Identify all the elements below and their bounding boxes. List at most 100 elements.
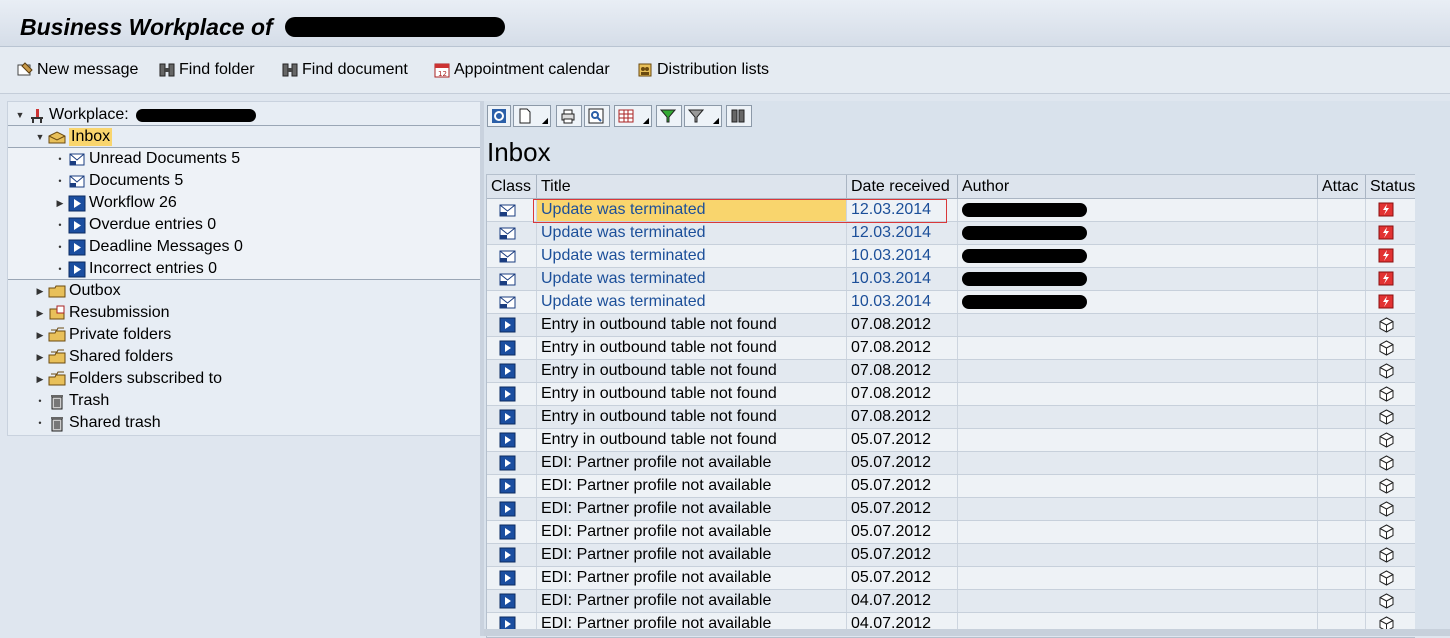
table-row[interactable]: EDI: Partner profile not available 04.07.… [487,590,1415,613]
filter-options-icon [688,109,704,123]
row-title[interactable]: EDI: Partner profile not available [537,475,847,497]
leaf-dot-icon: • [58,176,62,186]
leaf-dot-icon: • [58,264,62,274]
table-row[interactable]: Entry in outbound table not found 07.08.2… [487,314,1415,337]
expand-icon[interactable]: ▶ [34,308,46,319]
expand-icon[interactable]: ▶ [34,286,46,297]
filter-button[interactable] [656,105,682,127]
row-title[interactable]: Update was terminated [537,199,847,221]
table-row[interactable]: Update was terminated 10.03.2014 [487,291,1415,314]
find-button[interactable] [584,105,610,127]
distribution-lists-label: Distribution lists [657,61,770,78]
table-row[interactable]: Update was terminated 10.03.2014 [487,268,1415,291]
expand-icon[interactable]: ▶ [34,352,46,363]
ready-status-icon [1366,452,1415,474]
tree-node-folder[interactable]: • Shared trash [8,412,506,434]
table-row[interactable]: EDI: Partner profile not available 05.07.… [487,567,1415,590]
ready-status-icon [1366,475,1415,497]
row-date-received: 05.07.2012 [847,475,958,497]
tree-node-inbox-child[interactable]: • Documents 5 [8,170,526,192]
row-title[interactable]: Entry in outbound table not found [537,429,847,451]
table-row[interactable]: Update was terminated 12.03.2014 [487,222,1415,245]
expand-icon[interactable]: ▶ [34,374,46,385]
horizontal-scrollbar[interactable] [484,629,1450,636]
table-row[interactable]: Entry in outbound table not found 07.08.2… [487,406,1415,429]
filter-icon [660,109,676,123]
collapse-icon[interactable]: ▼ [14,110,26,120]
refresh-button[interactable] [487,105,511,127]
table-row[interactable]: EDI: Partner profile not available 05.07.… [487,544,1415,567]
tree-node-folder[interactable]: ▶ Resubmission [8,302,506,324]
inbox-icon [48,130,66,143]
new-message-button[interactable]: New message [16,59,138,81]
row-title[interactable]: Entry in outbound table not found [537,337,847,359]
tree-node-inbox-child[interactable]: • Deadline Messages 0 [8,236,526,258]
row-title[interactable]: EDI: Partner profile not available [537,544,847,566]
column-date-received[interactable]: Date received [847,175,958,198]
tree-node-folder[interactable]: ▶ Shared folders [8,346,506,368]
tree-node-folder[interactable]: ▶ Folders subscribed to [8,368,506,390]
row-title[interactable]: Entry in outbound table not found [537,360,847,382]
column-title[interactable]: Title [537,175,847,198]
table-row[interactable]: EDI: Partner profile not available 05.07.… [487,475,1415,498]
row-title[interactable]: EDI: Partner profile not available [537,521,847,543]
column-attachment[interactable]: Attac [1318,175,1366,198]
row-title[interactable]: Update was terminated [537,291,847,313]
expand-icon[interactable]: ▶ [54,198,66,209]
row-title[interactable]: EDI: Partner profile not available [537,452,847,474]
table-row[interactable]: EDI: Partner profile not available 05.07.… [487,498,1415,521]
table-row[interactable]: Entry in outbound table not found 07.08.2… [487,383,1415,406]
row-title[interactable]: EDI: Partner profile not available [537,498,847,520]
row-attachment [1318,245,1366,267]
redacted-name [285,17,505,37]
find-folder-button[interactable]: Find folder [158,59,255,81]
column-author[interactable]: Author [958,175,1318,198]
print-button[interactable] [556,105,582,127]
filter-options-button[interactable]: ◢ [684,105,722,127]
workflow-icon [487,521,537,543]
table-row[interactable]: EDI: Partner profile not available 05.07.… [487,521,1415,544]
trash-icon [46,415,69,432]
row-attachment [1318,268,1366,290]
row-title[interactable]: Entry in outbound table not found [537,383,847,405]
row-title[interactable]: Update was terminated [537,245,847,267]
row-title[interactable]: EDI: Partner profile not available [537,590,847,612]
row-title[interactable]: Entry in outbound table not found [537,314,847,336]
document-icon [519,108,531,124]
tree-node-inbox-child[interactable]: • Unread Documents 5 [8,148,526,170]
find-document-button[interactable]: Find document [281,59,408,81]
distribution-lists-button[interactable]: Distribution lists [636,59,769,81]
row-title[interactable]: Entry in outbound table not found [537,406,847,428]
tree-node-folder[interactable]: ▶ Outbox [8,280,506,302]
workflow-icon [487,475,537,497]
row-title[interactable]: Update was terminated [537,222,847,244]
table-row[interactable]: EDI: Partner profile not available 05.07.… [487,452,1415,475]
title-bar: Business Workplace of [0,0,1450,47]
search-button[interactable] [726,105,752,127]
tree-node-inbox-child[interactable]: ▶ Workflow 26 [8,192,526,214]
tree-node-folder[interactable]: • Trash [8,390,506,412]
table-row[interactable]: Entry in outbound table not found 07.08.2… [487,337,1415,360]
tree-node-inbox-child[interactable]: • Overdue entries 0 [8,214,526,236]
table-row[interactable]: Entry in outbound table not found 07.08.2… [487,360,1415,383]
row-author [958,452,1318,474]
table-row[interactable]: Entry in outbound table not found 05.07.2… [487,429,1415,452]
row-title[interactable]: Update was terminated [537,268,847,290]
row-title[interactable]: EDI: Partner profile not available [537,567,847,589]
appointment-calendar-button[interactable]: 12 Appointment calendar [433,59,610,81]
tree-node-label: Trash [69,392,110,409]
column-status[interactable]: Status [1366,175,1415,198]
expand-icon[interactable]: ▶ [34,330,46,341]
ready-status-icon [1366,360,1415,382]
display-document-button[interactable]: ◢ [513,105,551,127]
collapse-icon[interactable]: ▼ [34,132,46,142]
find-icon [588,108,604,124]
tree-node-folder[interactable]: ▶ Private folders [8,324,506,346]
workplace-label: Workplace: [49,106,129,123]
table-row[interactable]: Update was terminated 10.03.2014 [487,245,1415,268]
column-class[interactable]: Class [487,175,537,198]
layout-button[interactable]: ◢ [614,105,652,127]
tree-node-inbox-child[interactable]: • Incorrect entries 0 [8,258,526,280]
table-row[interactable]: Update was terminated 12.03.2014 [487,199,1415,222]
tree-node-inbox[interactable]: ▼ Inbox [8,126,506,148]
